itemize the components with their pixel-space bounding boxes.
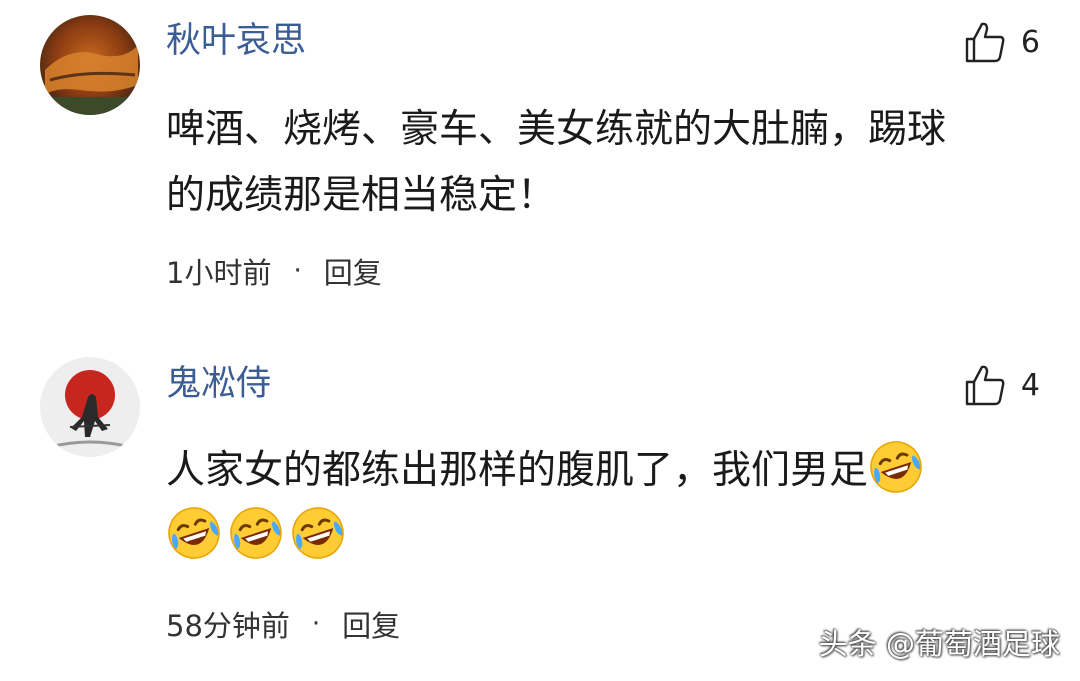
- avatar[interactable]: [40, 357, 140, 457]
- laugh-cry-emoji-icon: [290, 505, 346, 561]
- like-count: 4: [1020, 367, 1040, 403]
- comment-text-line: 啤酒、烧烤、豪车、美女练就的大肚腩，踢球: [166, 107, 947, 152]
- like-button[interactable]: 4: [963, 363, 1040, 407]
- avatar[interactable]: [40, 15, 140, 115]
- comment-meta: 58分钟前 · 回复: [166, 603, 400, 645]
- comment-text-line: 人家女的都练出那样的腹肌了，我们男足: [166, 448, 869, 493]
- watermark: 头条 @葡萄酒足球: [818, 627, 1060, 661]
- like-button[interactable]: 6: [963, 20, 1040, 64]
- comment-text: 人家女的都练出那样的腹肌了，我们男足: [166, 438, 1026, 570]
- laugh-cry-emoji-icon: [868, 439, 924, 495]
- timestamp: 58分钟前: [166, 609, 290, 643]
- comment-text: 啤酒、烧烤、豪车、美女练就的大肚腩，踢球 的成绩那是相当稳定！: [166, 97, 1026, 229]
- separator: ·: [311, 609, 321, 639]
- comment-text-line: 的成绩那是相当稳定！: [166, 173, 557, 218]
- comment-item: 秋叶哀思 6 啤酒、烧烤、豪车、美女练就的大肚腩，踢球 的成绩那是相当稳定！ 1…: [0, 0, 1080, 330]
- username[interactable]: 鬼凇侍: [166, 367, 271, 402]
- timestamp: 1小时前: [166, 256, 272, 290]
- thumbs-up-icon: [965, 365, 1005, 406]
- laugh-cry-emoji-icon: [228, 505, 284, 561]
- like-count: 6: [1020, 24, 1040, 60]
- separator: ·: [293, 256, 302, 286]
- username[interactable]: 秋叶哀思: [166, 24, 306, 59]
- laugh-cry-emoji-icon: [166, 505, 222, 561]
- thumbs-up-icon: [965, 22, 1005, 63]
- reply-button[interactable]: 回复: [324, 250, 382, 292]
- reply-button[interactable]: 回复: [342, 603, 400, 645]
- comment-meta: 1小时前 · 回复: [166, 250, 382, 292]
